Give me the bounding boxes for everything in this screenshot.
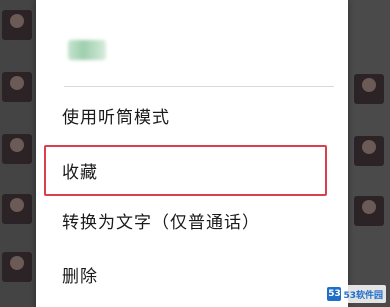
avatar (2, 252, 32, 282)
menu-item-label: 使用听筒模式 (62, 107, 170, 128)
avatar (354, 74, 384, 104)
avatar (2, 10, 32, 40)
watermark-logo-icon: 53 (327, 287, 342, 301)
avatar (354, 196, 384, 226)
avatar (2, 72, 32, 102)
menu-item-label: 转换为文字（仅普通话） (62, 212, 260, 233)
menu-item-delete[interactable]: 删除 (36, 246, 348, 302)
avatar (2, 134, 32, 164)
highlight-annotation (44, 145, 327, 196)
menu-item-earpiece-mode[interactable]: 使用听筒模式 (36, 87, 348, 143)
menu-item-label: 删除 (62, 266, 98, 287)
avatar (354, 136, 384, 166)
watermark-text: 53软件园 (343, 290, 383, 301)
menu-item-convert-to-text[interactable]: 转换为文字（仅普通话） (36, 192, 348, 248)
blurred-contact-name (68, 40, 106, 60)
watermark: 53 53软件园 (324, 285, 386, 303)
menu-header (36, 0, 348, 86)
avatar (2, 194, 32, 224)
